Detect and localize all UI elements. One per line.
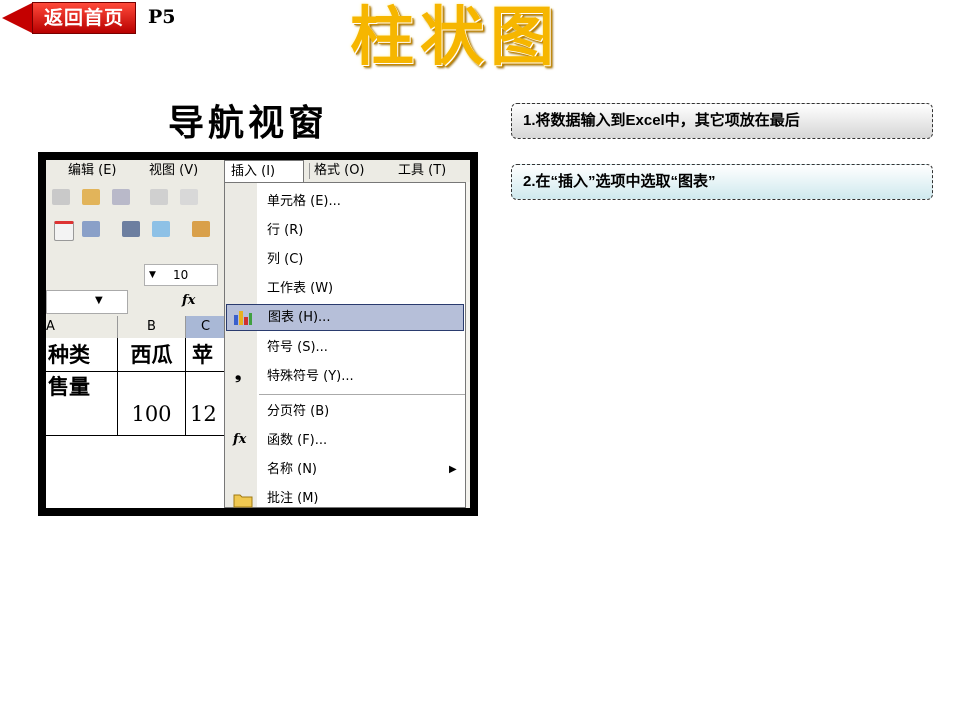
menu-divider [259,394,465,395]
column-header-b[interactable]: B [118,316,186,338]
new-file-icon[interactable] [54,221,74,241]
fx-icon: fx [233,432,247,447]
menu-item-symbol[interactable]: 符号 (S)... [225,333,465,362]
menu-item-label: 图表 (H)... [268,310,331,325]
menu-item-row[interactable]: 行 (R) [225,216,465,245]
menu-tools[interactable]: 工具 (T) [398,160,446,182]
font-size-value: 10 [173,268,189,282]
cell-a2[interactable]: 售量 [46,372,118,436]
menu-edit[interactable]: 编辑 (E) [68,160,117,182]
menu-format[interactable]: 格式 (O) [314,160,365,182]
dropdown-arrow-icon: ▼ [95,295,103,306]
submenu-arrow-icon: ▶ [449,464,457,475]
menu-item-name[interactable]: 名称 (N) ▶ [225,455,465,484]
dropdown-arrow-icon: ▼ [149,270,156,280]
toolbar-file [46,214,226,246]
menu-item-label: 名称 (N) [267,462,318,477]
menu-item-page-break[interactable]: 分页符 (B) [225,397,465,426]
spelling-icon[interactable] [192,221,210,237]
menu-item-label: 特殊符号 (Y)... [267,369,354,384]
menu-view[interactable]: 视图 (V) [149,160,198,182]
menu-item-column[interactable]: 列 (C) [225,245,465,274]
excel-screenshot: 编辑 (E) 视图 (V) 插入 (I) 格式 (O) 工具 (T) ▼ 10 [38,152,478,516]
menu-bar: 编辑 (E) 视图 (V) 插入 (I) 格式 (O) 工具 (T) [46,160,470,182]
menu-item-chart[interactable]: 图表 (H)... [226,304,464,331]
step-1: 1.将数据输入到Excel中，其它项放在最后 [511,103,933,139]
menu-item-special-symbol[interactable]: ❟ 特殊符号 (Y)... [225,362,465,391]
insert-menu-dropdown: 单元格 (E)... 行 (R) 列 (C) 工作表 (W) 图表 (H)...… [224,182,466,508]
paste-icon[interactable] [112,189,130,205]
menu-item-label: 行 (R) [267,223,304,238]
menu-item-label: 批注 (M) [267,491,319,506]
column-header-a[interactable]: A [46,316,118,338]
copy-icon[interactable] [82,189,100,205]
page-number: P5 [148,6,176,28]
fx-icon[interactable]: fx [182,293,195,308]
menu-insert[interactable]: 插入 (I) [224,160,304,182]
cell-b2[interactable]: 100 [118,372,186,436]
font-size-select[interactable]: ▼ 10 [144,264,218,286]
comma-icon: ❟ [235,364,242,383]
formatting-toolbar: ▼ 10 [46,246,226,288]
menu-item-worksheet[interactable]: 工作表 (W) [225,274,465,303]
menu-item-label: 单元格 (E)... [267,194,341,209]
back-home-label: 返回首页 [32,2,136,34]
menu-item-label: 工作表 (W) [267,281,334,296]
cell-a1[interactable]: 种类 [46,338,118,372]
menu-item-comment[interactable]: 批注 (M) [225,484,465,508]
print-icon[interactable] [122,221,140,237]
section-title: 导航视窗 [168,102,329,144]
print-preview-icon[interactable] [152,221,170,237]
toolbar-standard [46,182,226,214]
sheet-grid: 种类 西瓜 苹 售量 100 12 [46,338,226,508]
folder-icon [233,490,253,508]
cell-c2[interactable]: 12 [186,372,226,436]
menu-item-function[interactable]: fx 函数 (F)... [225,426,465,455]
cell-c1[interactable]: 苹 [186,338,226,372]
chart-icon [233,309,252,325]
back-arrow-icon [2,2,34,34]
step-2: 2.在“插入”选项中选取“图表” [511,164,933,200]
cell-b1[interactable]: 西瓜 [118,338,186,372]
column-headers: A B C [46,316,226,338]
menu-item-label: 符号 (S)... [267,340,328,355]
menu-item-label: 列 (C) [267,252,304,267]
back-home-button[interactable]: 返回首页 [2,2,142,34]
menu-separator [309,163,310,179]
cut-icon[interactable] [52,189,70,205]
permission-icon[interactable] [82,221,100,237]
menu-item-cell[interactable]: 单元格 (E)... [225,187,465,216]
page-title: 柱状图 [350,1,560,75]
column-header-c[interactable]: C [186,316,226,338]
undo-icon[interactable] [180,189,198,205]
format-painter-icon[interactable] [150,189,168,205]
menu-item-label: 分页符 (B) [267,404,330,419]
formula-bar: ▼ fx [46,288,226,316]
menu-item-label: 函数 (F)... [267,433,328,448]
name-box[interactable]: ▼ [46,290,128,314]
